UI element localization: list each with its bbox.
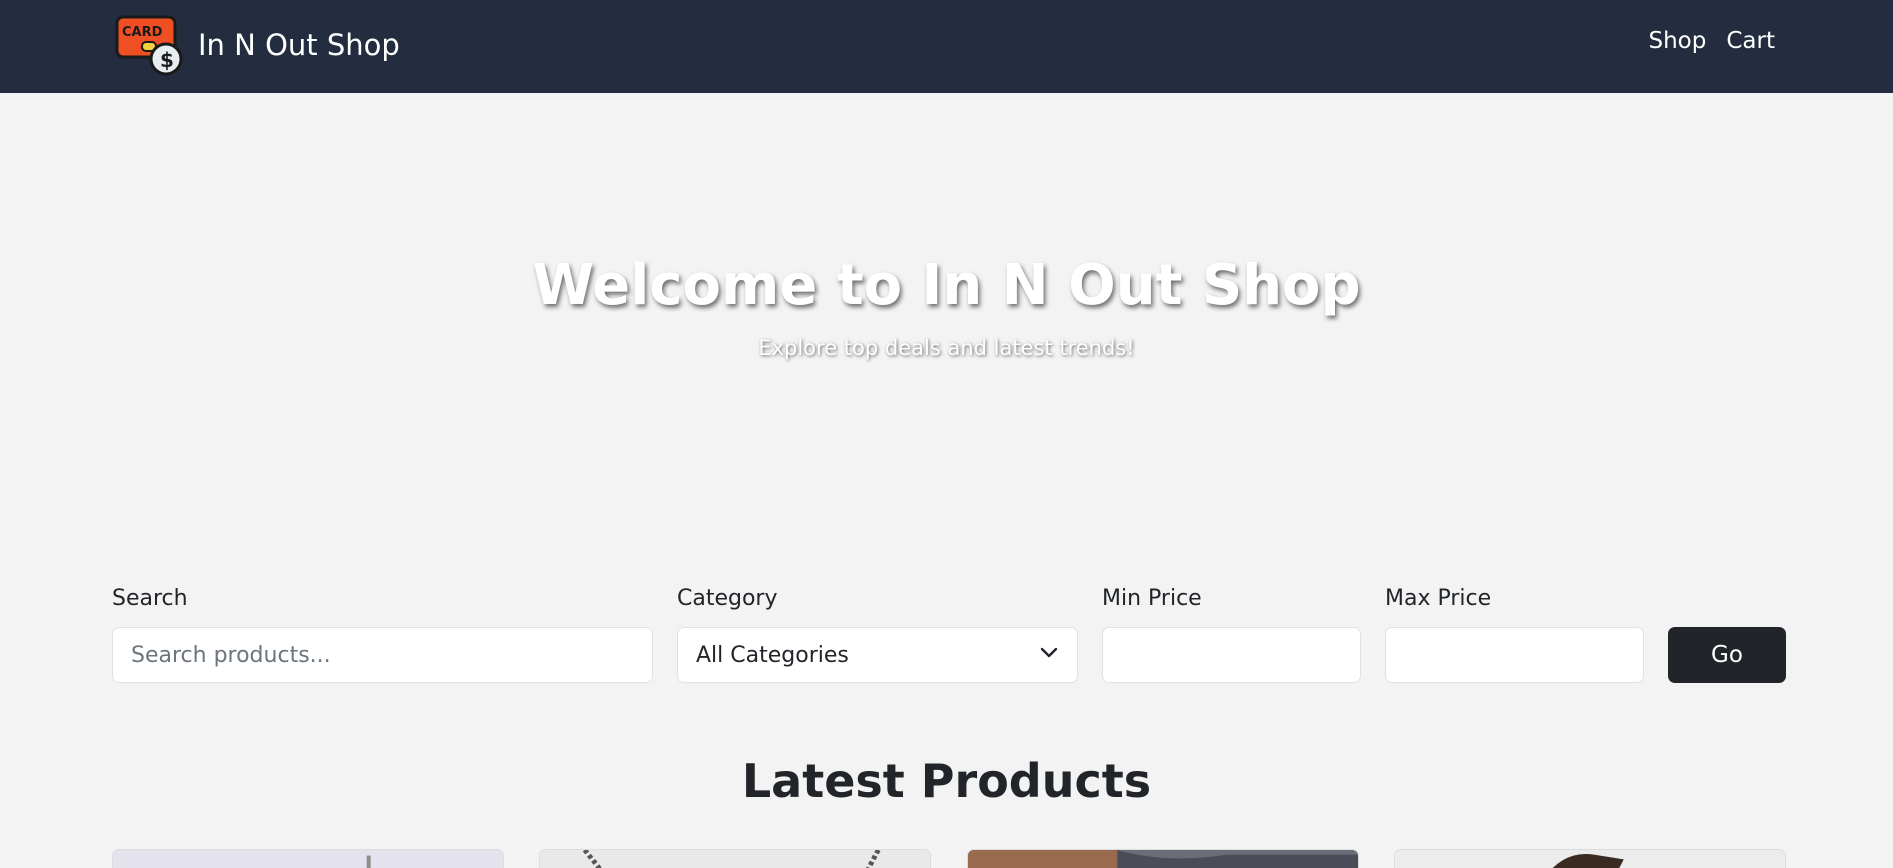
- latest-products-title: Latest Products: [741, 754, 1152, 808]
- chevron-down-icon: [1039, 642, 1059, 668]
- brand-link[interactable]: CARD $ In N Out Shop: [114, 14, 400, 76]
- category-selected-value: All Categories: [696, 642, 849, 668]
- product-card[interactable]: [967, 849, 1359, 868]
- min-price-field: Min Price: [1102, 583, 1361, 683]
- product-card[interactable]: [1394, 849, 1786, 868]
- product-image: [540, 850, 930, 868]
- product-image: [968, 850, 1358, 868]
- category-label: Category: [677, 586, 778, 611]
- nav-links: Shop Cart: [1649, 28, 1776, 54]
- max-price-input[interactable]: [1385, 627, 1644, 683]
- min-price-input[interactable]: [1102, 627, 1361, 683]
- logo-text: CARD: [122, 25, 163, 40]
- hero-title: Welcome to In N Out Shop: [532, 253, 1361, 318]
- navbar: CARD $ In N Out Shop Shop Cart: [0, 0, 1893, 93]
- search-label: Search: [112, 586, 188, 611]
- hero-banner: Welcome to In N Out Shop Explore top dea…: [0, 93, 1893, 553]
- hero-subtitle: Explore top deals and latest trends!: [758, 336, 1135, 360]
- max-price-label: Max Price: [1385, 586, 1492, 611]
- product-grid: [112, 849, 1786, 868]
- nav-link-cart[interactable]: Cart: [1726, 28, 1775, 54]
- product-image: [113, 850, 503, 868]
- product-card[interactable]: [539, 849, 931, 868]
- category-select[interactable]: All Categories: [677, 627, 1078, 683]
- product-filter-form: Search Category All Categories Min Price…: [112, 583, 1786, 683]
- nav-link-shop[interactable]: Shop: [1649, 28, 1707, 54]
- search-field: Search: [112, 583, 653, 683]
- go-button[interactable]: Go: [1668, 627, 1786, 683]
- max-price-field: Max Price: [1385, 583, 1644, 683]
- brand-name: In N Out Shop: [198, 28, 400, 62]
- product-card[interactable]: [112, 849, 504, 868]
- min-price-label: Min Price: [1102, 586, 1202, 611]
- card-logo-icon: CARD $: [114, 14, 186, 76]
- svg-text:$: $: [160, 48, 174, 72]
- category-field: Category All Categories: [677, 583, 1078, 683]
- product-image: [1395, 850, 1785, 868]
- search-input[interactable]: [112, 627, 653, 683]
